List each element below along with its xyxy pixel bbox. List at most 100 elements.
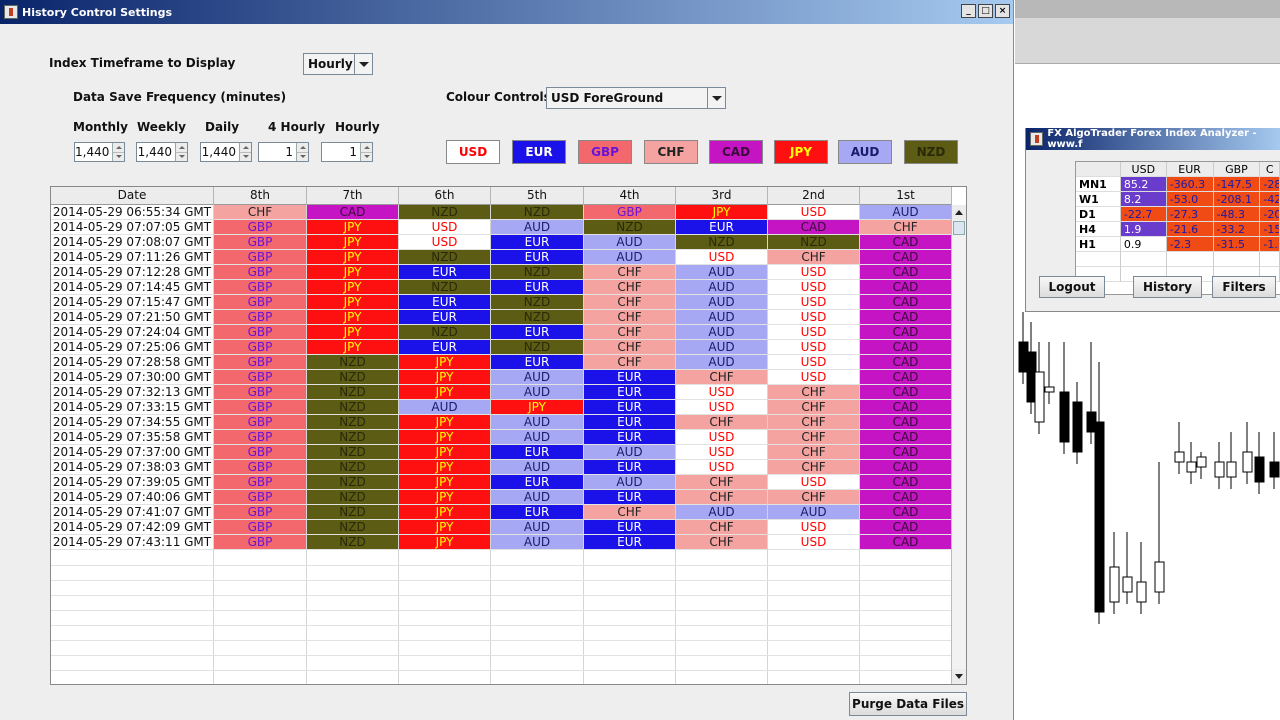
table-row[interactable]: 2014-05-29 07:39:05 GMT GBP NZD JPY EUR AUD CH… — [51, 475, 952, 490]
table-row[interactable]: 2014-05-29 07:32:13 GMT GBP NZD JPY AUD EUR US… — [51, 385, 952, 400]
daily-spinner[interactable]: 1,440 — [200, 142, 252, 162]
colour-swatch-eur[interactable]: EUR — [512, 140, 566, 164]
colour-swatch-chf[interactable]: CHF — [644, 140, 698, 164]
column-header-3rd[interactable]: 3rd — [676, 187, 768, 205]
monthly-spinner[interactable]: 1,440 — [74, 142, 125, 162]
date-cell: 2014-05-29 07:28:58 GMT — [51, 355, 214, 370]
colour-controls-select[interactable]: USD ForeGround — [546, 87, 726, 109]
date-cell: 2014-05-29 07:08:07 GMT — [51, 235, 214, 250]
table-row[interactable]: 2014-05-29 07:34:55 GMT GBP NZD JPY AUD EUR CH… — [51, 415, 952, 430]
close-button[interactable]: × — [995, 4, 1010, 18]
table-row[interactable]: 2014-05-29 07:11:26 GMT GBP JPY NZD EUR AUD US… — [51, 250, 952, 265]
candle-body — [1269, 461, 1280, 478]
table-row[interactable]: 2014-05-29 07:25:06 GMT GBP JPY EUR NZD CHF AU… — [51, 340, 952, 355]
currency-cell: EUR — [584, 490, 676, 505]
index-empty-cell — [1260, 252, 1280, 267]
table-row[interactable]: 2014-05-29 06:55:34 GMT CHF CAD NZD NZD GBP JP… — [51, 205, 952, 220]
currency-cell: JPY — [307, 250, 399, 265]
monthly-value[interactable]: 1,440 — [75, 143, 112, 161]
table-row[interactable]: 2014-05-29 07:33:15 GMT GBP NZD AUD JPY EUR US… — [51, 400, 952, 415]
four-hourly-spinner[interactable]: 1 — [258, 142, 309, 162]
hourly-spinner[interactable]: 1 — [321, 142, 373, 162]
table-row[interactable]: 2014-05-29 07:42:09 GMT GBP NZD JPY AUD EUR CH… — [51, 520, 952, 535]
table-row[interactable]: 2014-05-29 07:12:28 GMT GBP JPY EUR NZD CHF AU… — [51, 265, 952, 280]
chevron-down-icon[interactable] — [354, 54, 372, 74]
currency-cell: CHF — [584, 340, 676, 355]
spinner-up-icon[interactable] — [361, 143, 372, 153]
spinner-up-icon[interactable] — [176, 143, 187, 153]
window-titlebar[interactable]: History Control Settings _ □ × — [0, 0, 1013, 24]
spinner-up-icon[interactable] — [240, 143, 251, 153]
spinner-down-icon[interactable] — [361, 152, 372, 161]
column-header-4th[interactable]: 4th — [584, 187, 676, 205]
table-row[interactable]: 2014-05-29 07:43:11 GMT GBP NZD JPY AUD EUR CH… — [51, 535, 952, 550]
column-header-6th[interactable]: 6th — [399, 187, 491, 205]
scroll-up-icon[interactable] — [952, 205, 966, 220]
grid-line — [51, 610, 951, 611]
column-header-5th[interactable]: 5th — [491, 187, 584, 205]
scroll-thumb[interactable] — [953, 221, 965, 235]
spinner-down-icon[interactable] — [113, 152, 124, 161]
column-header-date[interactable]: Date — [51, 187, 214, 205]
analyzer-titlebar[interactable]: FX AlgoTrader Forex Index Analyzer - www… — [1026, 128, 1280, 150]
spinner-down-icon[interactable] — [176, 152, 187, 161]
table-row[interactable]: 2014-05-29 07:41:07 GMT GBP NZD JPY EUR CHF AU… — [51, 505, 952, 520]
maximize-button[interactable]: □ — [978, 4, 993, 18]
colour-swatch-gbp[interactable]: GBP — [578, 140, 632, 164]
scroll-down-icon[interactable] — [952, 669, 966, 684]
hourly-value[interactable]: 1 — [322, 143, 360, 161]
table-row[interactable]: 2014-05-29 07:35:58 GMT GBP NZD JPY AUD EUR US… — [51, 430, 952, 445]
currency-cell: CHF — [768, 460, 860, 475]
spinner-up-icon[interactable] — [113, 143, 124, 153]
currency-cell: USD — [399, 220, 491, 235]
table-row[interactable]: 2014-05-29 07:15:47 GMT GBP JPY EUR NZD CHF AU… — [51, 295, 952, 310]
table-row[interactable]: 2014-05-29 07:08:07 GMT GBP JPY USD EUR AUD NZ… — [51, 235, 952, 250]
column-header-8th[interactable]: 8th — [214, 187, 307, 205]
currency-cell: EUR — [491, 325, 584, 340]
spinner-down-icon[interactable] — [240, 152, 251, 161]
candle-body — [1109, 566, 1120, 603]
column-header-7th[interactable]: 7th — [307, 187, 399, 205]
index-row: H4 1.9 -21.6 -33.2 -15 — [1076, 222, 1280, 237]
filters-button[interactable]: Filters — [1212, 276, 1276, 298]
candle-body — [1254, 456, 1265, 483]
minimize-button[interactable]: _ — [961, 4, 976, 18]
table-row[interactable]: 2014-05-29 07:40:06 GMT GBP NZD JPY AUD EUR CH… — [51, 490, 952, 505]
history-button[interactable]: History — [1133, 276, 1202, 298]
currency-cell: NZD — [399, 205, 491, 220]
table-row[interactable]: 2014-05-29 07:07:05 GMT GBP JPY USD AUD NZD EU… — [51, 220, 952, 235]
chevron-down-icon[interactable] — [707, 88, 725, 108]
spinner-up-icon[interactable] — [297, 143, 308, 153]
purge-data-files-button[interactable]: Purge Data Files — [849, 692, 967, 716]
currency-cell: JPY — [307, 310, 399, 325]
table-row[interactable]: 2014-05-29 07:28:58 GMT GBP NZD JPY EUR CHF AU… — [51, 355, 952, 370]
colour-swatch-nzd[interactable]: NZD — [904, 140, 958, 164]
table-row[interactable]: 2014-05-29 07:37:00 GMT GBP NZD JPY EUR AUD US… — [51, 445, 952, 460]
candle-body — [1242, 451, 1253, 473]
table-row[interactable]: 2014-05-29 07:24:04 GMT GBP JPY NZD EUR CHF AU… — [51, 325, 952, 340]
currency-cell: NZD — [307, 520, 399, 535]
daily-value[interactable]: 1,440 — [201, 143, 239, 161]
colour-swatch-jpy[interactable]: JPY — [774, 140, 828, 164]
column-header-2nd[interactable]: 2nd — [768, 187, 860, 205]
logout-button[interactable]: Logout — [1039, 276, 1105, 298]
column-header-1st[interactable]: 1st — [860, 187, 952, 205]
colour-swatch-cad[interactable]: CAD — [709, 140, 763, 164]
colour-swatch-aud[interactable]: AUD — [838, 140, 892, 164]
timeframe-label: W1 — [1076, 192, 1121, 207]
table-row[interactable]: 2014-05-29 07:14:45 GMT GBP JPY NZD EUR CHF AU… — [51, 280, 952, 295]
weekly-spinner[interactable]: 1,440 — [136, 142, 188, 162]
spinner-down-icon[interactable] — [297, 152, 308, 161]
colour-swatch-usd[interactable]: USD — [446, 140, 500, 164]
table-row[interactable]: 2014-05-29 07:38:03 GMT GBP NZD JPY AUD EUR US… — [51, 460, 952, 475]
grid-line — [859, 205, 860, 684]
index-timeframe-select[interactable]: Hourly — [303, 53, 373, 75]
currency-cell: JPY — [399, 415, 491, 430]
currency-cell: EUR — [584, 520, 676, 535]
table-scrollbar[interactable] — [951, 205, 966, 684]
candle-body — [1136, 581, 1147, 603]
four-hourly-value[interactable]: 1 — [259, 143, 296, 161]
weekly-value[interactable]: 1,440 — [137, 143, 175, 161]
table-row[interactable]: 2014-05-29 07:21:50 GMT GBP JPY EUR NZD CHF AU… — [51, 310, 952, 325]
table-row[interactable]: 2014-05-29 07:30:00 GMT GBP NZD JPY AUD EUR CH… — [51, 370, 952, 385]
